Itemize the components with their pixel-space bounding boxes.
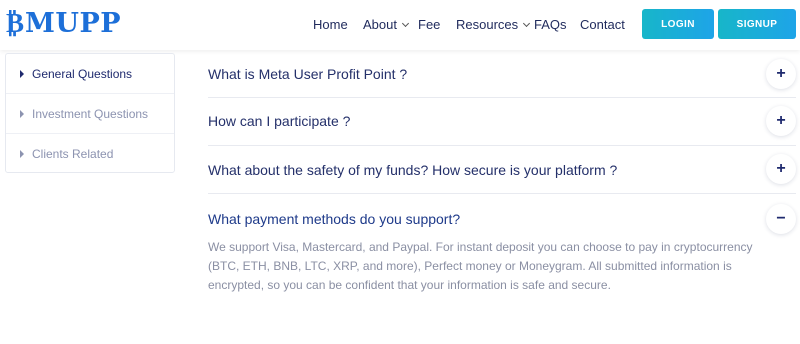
faq-question[interactable]: What is Meta User Profit Point ? — [208, 66, 407, 82]
logo-text: MUPP — [25, 7, 122, 39]
chevron-down-icon — [401, 19, 410, 27]
faq-answer: We support Visa, Mastercard, and Paypal.… — [208, 240, 753, 292]
sidebar-item-label: General Questions — [32, 66, 133, 81]
bitcoin-logo-icon: ₿ — [6, 7, 25, 39]
nav-home-label: Home — [313, 17, 348, 32]
nav-resources-label: Resources — [456, 17, 519, 32]
sidebar-item-label: Clients Related — [32, 147, 114, 161]
caret-right-icon — [20, 150, 24, 158]
collapse-minus-icon[interactable]: − — [766, 204, 796, 234]
signup-button[interactable]: SIGNUP — [718, 9, 796, 39]
nav-about-label: About — [363, 17, 397, 32]
nav-resources-link[interactable]: Resources — [456, 17, 531, 32]
faq-item: What is Meta User Profit Point ? + — [208, 50, 796, 98]
sidebar-item-investment-questions[interactable]: Investment Questions — [6, 94, 174, 134]
faq-item: How can I participate ? + — [208, 98, 796, 146]
nav-faqs-link[interactable]: FAQs — [534, 17, 567, 32]
faq-item: What about the safety of my funds? How s… — [208, 146, 796, 194]
sidebar-item-clients-related[interactable]: Clients Related — [6, 134, 174, 174]
expand-plus-icon[interactable]: + — [766, 106, 796, 136]
nav-about-link[interactable]: About — [363, 17, 410, 32]
nav-contact-label: Contact — [580, 17, 625, 32]
faq-item-expanded: What payment methods do you support? − W… — [208, 194, 796, 344]
nav-faqs-label: FAQs — [534, 17, 567, 32]
login-button[interactable]: LOGIN — [642, 9, 714, 39]
faq-category-sidebar: General Questions Investment Questions C… — [5, 53, 175, 173]
sidebar-item-label: Investment Questions — [32, 106, 149, 121]
expand-plus-icon[interactable]: + — [766, 59, 796, 89]
nav-fee-link[interactable]: Fee — [418, 17, 440, 32]
site-logo[interactable]: ₿ MUPP — [6, 8, 121, 38]
nav-fee-label: Fee — [418, 17, 441, 32]
sidebar-item-general-questions[interactable]: General Questions — [6, 54, 174, 94]
expand-plus-icon[interactable]: + — [766, 154, 796, 184]
site-header: ₿ MUPP Home About Fee Resources FAQs Con… — [0, 0, 800, 50]
faq-question[interactable]: What about the safety of my funds? How s… — [208, 162, 617, 178]
nav-home-link[interactable]: Home — [313, 17, 348, 32]
faq-question[interactable]: How can I participate ? — [208, 113, 350, 129]
caret-right-icon — [20, 109, 24, 118]
faq-question[interactable]: What payment methods do you support? — [208, 211, 460, 227]
caret-right-icon — [20, 69, 24, 78]
chevron-down-icon — [523, 19, 531, 27]
nav-contact-link[interactable]: Contact — [580, 17, 625, 32]
